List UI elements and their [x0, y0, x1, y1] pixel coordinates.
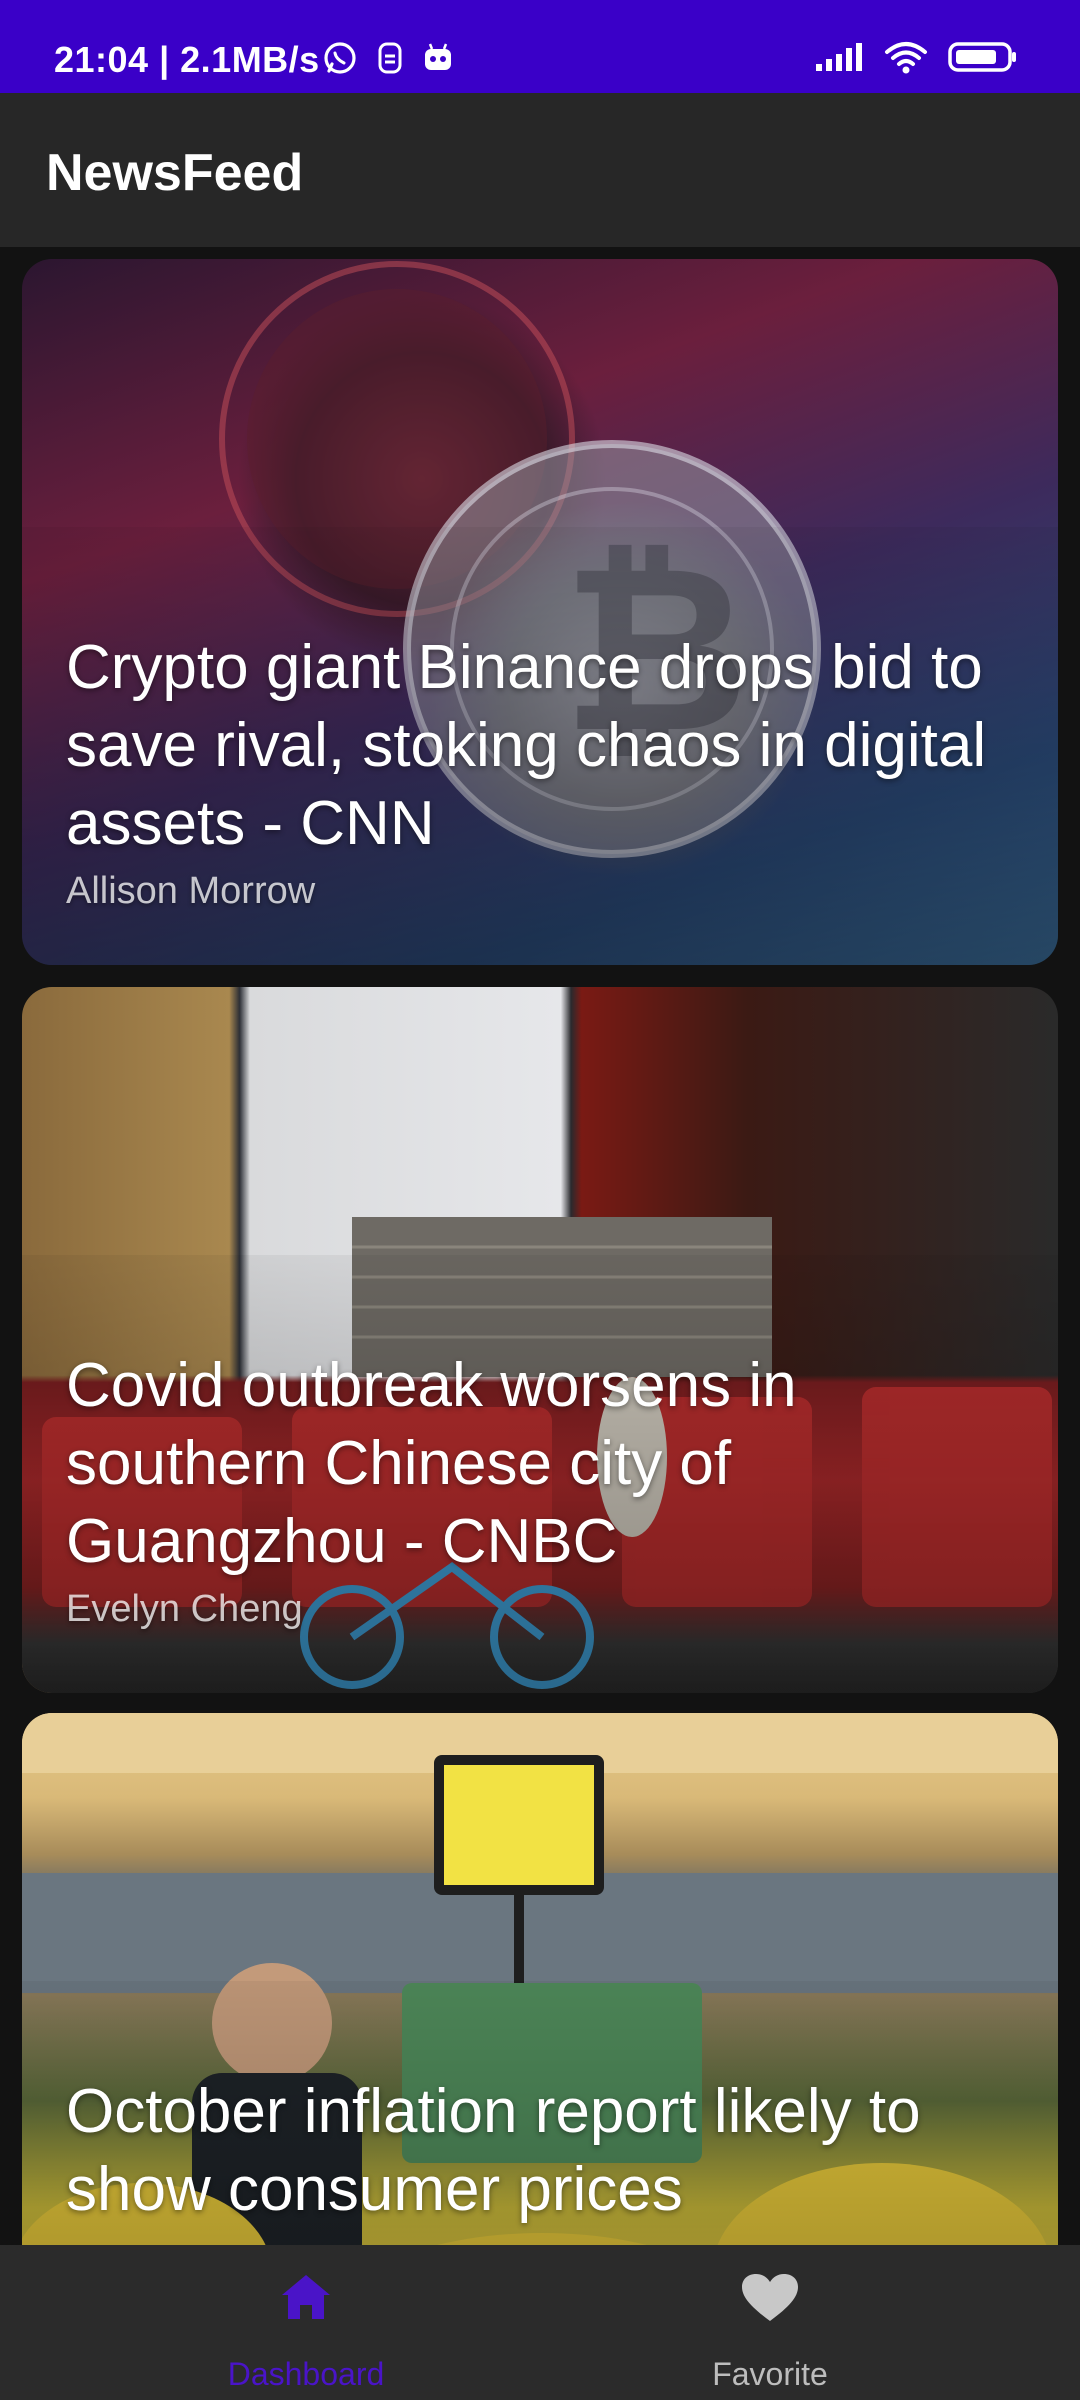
news-feed[interactable]: ₿ Crypto giant Binance drops bid to save…: [0, 247, 1080, 2245]
whatsapp-icon: [322, 40, 358, 76]
battery-icon: [948, 41, 1018, 73]
article-author: Evelyn Cheng: [66, 1588, 303, 1630]
news-card[interactable]: ₿ Crypto giant Binance drops bid to save…: [22, 259, 1058, 965]
article-title: Covid outbreak worsens in southern Chine…: [66, 1351, 797, 1576]
nav-dashboard[interactable]: Dashboard: [36, 2245, 576, 2400]
article-author: Allison Morrow: [66, 870, 316, 912]
heart-icon: [742, 2274, 798, 2321]
nav-dashboard-label: Dashboard: [227, 2356, 385, 2392]
status-time: 21:04 | 2.1MB/s: [54, 39, 320, 80]
signal-icon: [814, 42, 864, 72]
status-bar: 21:04 | 2.1MB/s: [0, 0, 1080, 93]
nav-favorite-label: Favorite: [712, 2356, 828, 2392]
bottom-navigation: Dashboard Favorite: [0, 2245, 1080, 2400]
status-system-icons: [814, 40, 1018, 74]
app-bar: NewsFeed: [0, 93, 1080, 247]
home-icon: [282, 2275, 330, 2319]
nav-favorite[interactable]: Favorite: [500, 2245, 1040, 2400]
notification-icon: [376, 41, 404, 75]
article-title: Crypto giant Binance drops bid to save r…: [66, 633, 987, 858]
app-icon: [422, 42, 454, 74]
wifi-icon: [884, 40, 928, 74]
article-title: October inflation report likely to show …: [66, 2077, 921, 2224]
app-title: NewsFeed: [46, 144, 304, 202]
news-card[interactable]: October inflation report likely to show …: [22, 1713, 1058, 2245]
news-card[interactable]: Covid outbreak worsens in southern Chine…: [22, 987, 1058, 1693]
status-app-icons: [322, 40, 454, 76]
